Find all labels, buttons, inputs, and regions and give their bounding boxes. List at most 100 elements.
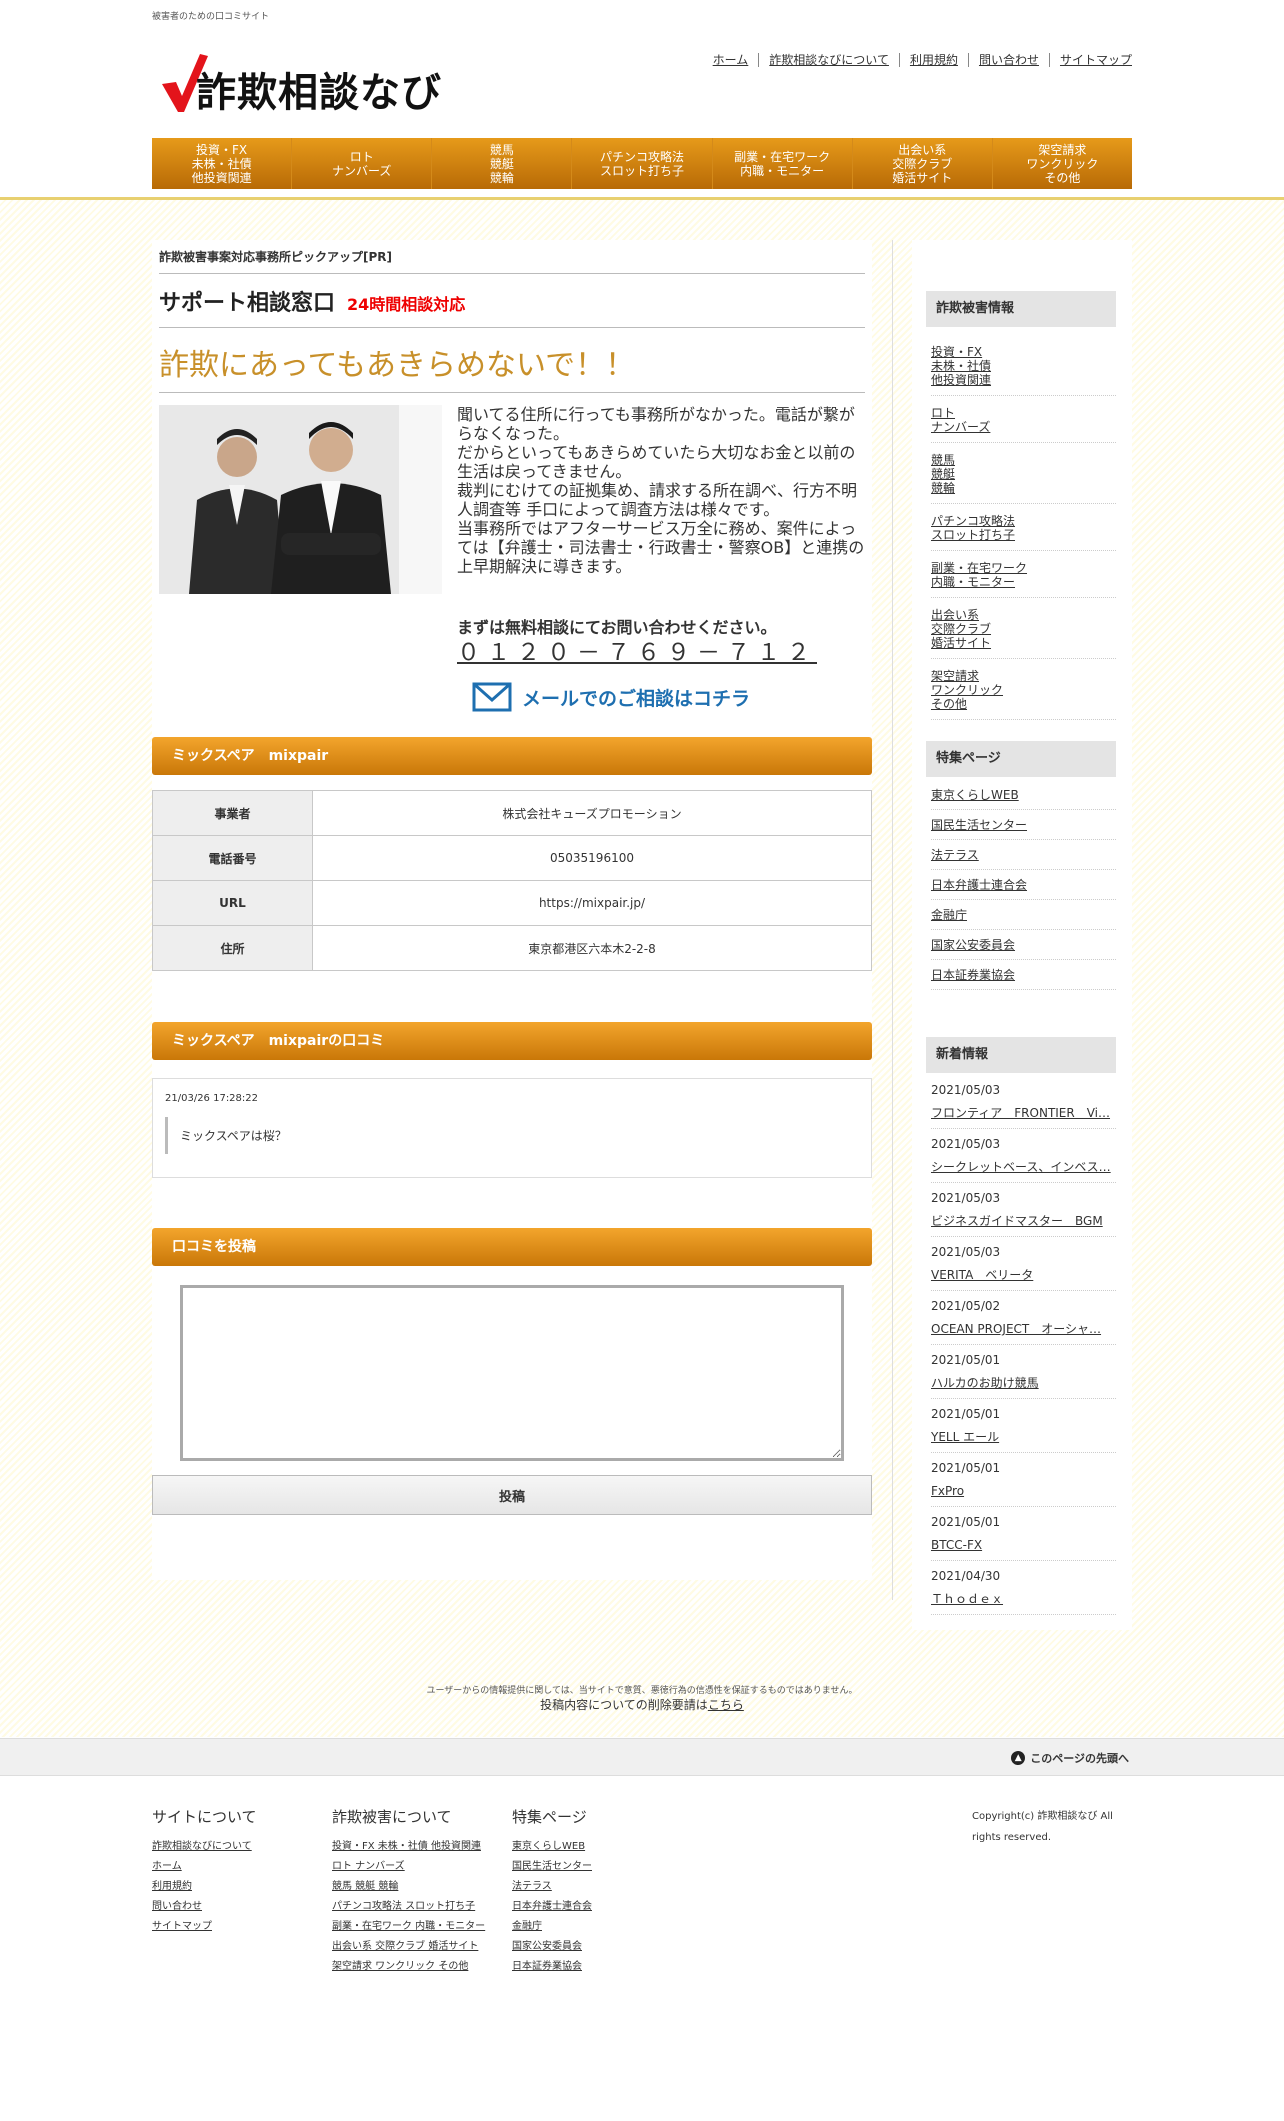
gnav-item-pachinko[interactable]: パチンコ攻略法 スロット打ち子	[572, 138, 713, 189]
company-heading: ミックスペア mixpair	[152, 737, 872, 775]
footer-link[interactable]: 問い合わせ	[152, 1897, 257, 1917]
special-link[interactable]: 金融庁	[931, 908, 967, 922]
news-link[interactable]: フロンティア FRONTIER Vi…	[931, 1103, 1116, 1123]
gnav-label: 婚活サイト	[892, 170, 953, 185]
link[interactable]: スロット打ち子	[931, 528, 1015, 542]
link[interactable]: ワンクリック	[931, 683, 1003, 697]
gnav-item-racing[interactable]: 競馬 競艇 競輪	[432, 138, 573, 189]
link[interactable]: 副業・在宅ワーク	[931, 561, 1027, 575]
link[interactable]: 未株・社債	[931, 359, 991, 373]
pagetop-label: このページの先頭へ	[1030, 1752, 1129, 1765]
news-link[interactable]: ビジネスガイドマスター BGM	[931, 1211, 1116, 1231]
footer-link[interactable]: 日本弁護士連合会	[512, 1897, 592, 1917]
gnav-label: その他	[1044, 170, 1081, 185]
footer-link[interactable]: 金融庁	[512, 1917, 592, 1937]
review-textarea[interactable]	[180, 1285, 844, 1461]
footer-link[interactable]: 競馬 競艇 競輪	[332, 1877, 485, 1897]
link[interactable]: ナンバーズ	[931, 420, 990, 434]
link[interactable]: 婚活サイト	[931, 636, 991, 650]
footer-link[interactable]: 投資・FX 未株・社債 他投資関連	[332, 1837, 485, 1857]
table-value: 05035196100	[312, 835, 872, 881]
footer-link[interactable]: 東京くらしWEB	[512, 1837, 592, 1857]
table-key: 電話番号	[152, 835, 313, 881]
footer-link[interactable]: 日本証券業協会	[512, 1957, 592, 1977]
copyright: Copyright(c) 詐欺相談なび All rights reserved.	[972, 1811, 1113, 1843]
gnav-item-lotto[interactable]: ロト ナンバーズ	[292, 138, 433, 189]
news-item: 2021/05/03 フロンティア FRONTIER Vi…	[931, 1075, 1116, 1129]
footer-link[interactable]: 詐欺相談なびについて	[152, 1837, 257, 1857]
news-link[interactable]: ハルカのお助け競馬	[931, 1373, 1116, 1393]
link[interactable]: その他	[931, 697, 967, 711]
sidebar-item-dating[interactable]: 出会い系 交際クラブ 婚活サイト	[931, 598, 1116, 659]
footer-link[interactable]: 国民生活センター	[512, 1857, 592, 1877]
news-link[interactable]: VERITA ベリータ	[931, 1265, 1116, 1285]
special-link[interactable]: 日本弁護士連合会	[931, 878, 1027, 892]
link[interactable]: 競輪	[931, 481, 955, 495]
special-link[interactable]: 法テラス	[931, 848, 979, 862]
gnav-label: 出会い系	[898, 142, 947, 157]
link[interactable]: 交際クラブ	[931, 622, 991, 636]
news-link[interactable]: シークレットベース、インベス…	[931, 1157, 1116, 1177]
link[interactable]: ロト	[931, 406, 955, 420]
footer-link[interactable]: 副業・在宅ワーク 内職・モニター	[332, 1917, 485, 1937]
sidebar-item-lotto[interactable]: ロト ナンバーズ	[931, 396, 1116, 443]
deletion-link[interactable]: こちら	[708, 1698, 744, 1712]
special-link[interactable]: 国民生活センター	[931, 818, 1027, 832]
news-link[interactable]: FxPro	[931, 1481, 1116, 1501]
footer-link[interactable]: パチンコ攻略法 スロット打ち子	[332, 1897, 485, 1917]
gnav-item-sidejob[interactable]: 副業・在宅ワーク 内職・モニター	[713, 138, 853, 189]
gnav-label: 未株・社債	[191, 156, 252, 171]
special-link[interactable]: 日本証券業協会	[931, 968, 1015, 982]
table-key: 事業者	[152, 790, 313, 836]
support-note: 24時間相談対応	[347, 295, 466, 314]
link[interactable]: 競艇	[931, 467, 955, 481]
sidebar-item-investment[interactable]: 投資・FX 未株・社債 他投資関連	[931, 335, 1116, 396]
toplink-about[interactable]: 詐欺相談なびについて	[758, 53, 899, 67]
footer-link[interactable]: 架空請求 ワンクリック その他	[332, 1957, 485, 1977]
footer-link[interactable]: 出会い系 交際クラブ 婚活サイト	[332, 1937, 485, 1957]
gnav-item-fraud-billing[interactable]: 架空請求 ワンクリック その他	[993, 138, 1132, 189]
footer-link[interactable]: 利用規約	[152, 1877, 257, 1897]
mail-consult-button[interactable]: メールでのご相談はコチラ	[472, 680, 872, 714]
toplink-home[interactable]: ホーム	[713, 53, 759, 67]
pagetop-button[interactable]: ▲ このページの先頭へ	[1011, 1750, 1129, 1766]
footer-link[interactable]: 国家公安委員会	[512, 1937, 592, 1957]
link[interactable]: 内職・モニター	[931, 575, 1015, 589]
gnav-label: 競輪	[489, 170, 514, 185]
footer-link[interactable]: 法テラス	[512, 1877, 592, 1897]
list-item: 東京くらしWEB	[931, 780, 1116, 810]
link[interactable]: 投資・FX	[931, 345, 982, 359]
special-link[interactable]: 東京くらしWEB	[931, 788, 1019, 802]
toplink-sitemap[interactable]: サイトマップ	[1048, 53, 1132, 67]
link[interactable]: 架空請求	[931, 669, 979, 683]
link[interactable]: 出会い系	[931, 608, 979, 622]
footer-link[interactable]: ロト ナンバーズ	[332, 1857, 485, 1877]
footer-link[interactable]: サイトマップ	[152, 1917, 257, 1937]
sidebar-item-racing[interactable]: 競馬 競艇 競輪	[931, 443, 1116, 504]
footer-link[interactable]: ホーム	[152, 1857, 257, 1877]
link[interactable]: 他投資関連	[931, 373, 991, 387]
sidebar-item-sidejob[interactable]: 副業・在宅ワーク 内職・モニター	[931, 551, 1116, 598]
sidebar-item-billing[interactable]: 架空請求 ワンクリック その他	[931, 659, 1116, 720]
main-column: 詐欺被害事案対応事務所ピックアップ[PR] サポート相談窓口 24時間相談対応 詐…	[152, 240, 872, 1580]
link[interactable]: 競馬	[931, 453, 955, 467]
phone-link[interactable]: ０１２０－７６９－７１２	[457, 633, 817, 667]
news-link[interactable]: Ｔｈｏｄｅｘ	[931, 1589, 1116, 1609]
toplink-contact[interactable]: 問い合わせ	[967, 53, 1049, 67]
post-button[interactable]: 投稿	[152, 1475, 872, 1515]
news-item: 2021/05/02 OCEAN PROJECT オーシャ…	[931, 1291, 1116, 1345]
news-date: 2021/05/03	[931, 1083, 1001, 1097]
site-logo[interactable]: 詐欺相談なび	[160, 48, 460, 118]
news-link[interactable]: OCEAN PROJECT オーシャ…	[931, 1319, 1116, 1339]
footer-col-site: サイトについて 詐欺相談なびについて ホーム 利用規約 問い合わせ サイトマップ	[152, 1806, 257, 1937]
news-link[interactable]: YELL エール	[931, 1427, 1116, 1447]
toplink-terms[interactable]: 利用規約	[898, 53, 968, 67]
link[interactable]: パチンコ攻略法	[931, 514, 1015, 528]
news-link[interactable]: BTCC-FX	[931, 1535, 1116, 1555]
gnav-item-dating[interactable]: 出会い系 交際クラブ 婚活サイト	[853, 138, 993, 189]
sidebar-item-pachinko[interactable]: パチンコ攻略法 スロット打ち子	[931, 504, 1116, 551]
company-info-table: 事業者 株式会社キューズプロモーション 電話番号 05035196100 URL ht…	[152, 790, 872, 971]
gnav-item-investment[interactable]: 投資・FX 未株・社債 他投資関連	[152, 138, 293, 189]
news-date: 2021/05/02	[931, 1299, 1001, 1313]
special-link[interactable]: 国家公安委員会	[931, 938, 1015, 952]
